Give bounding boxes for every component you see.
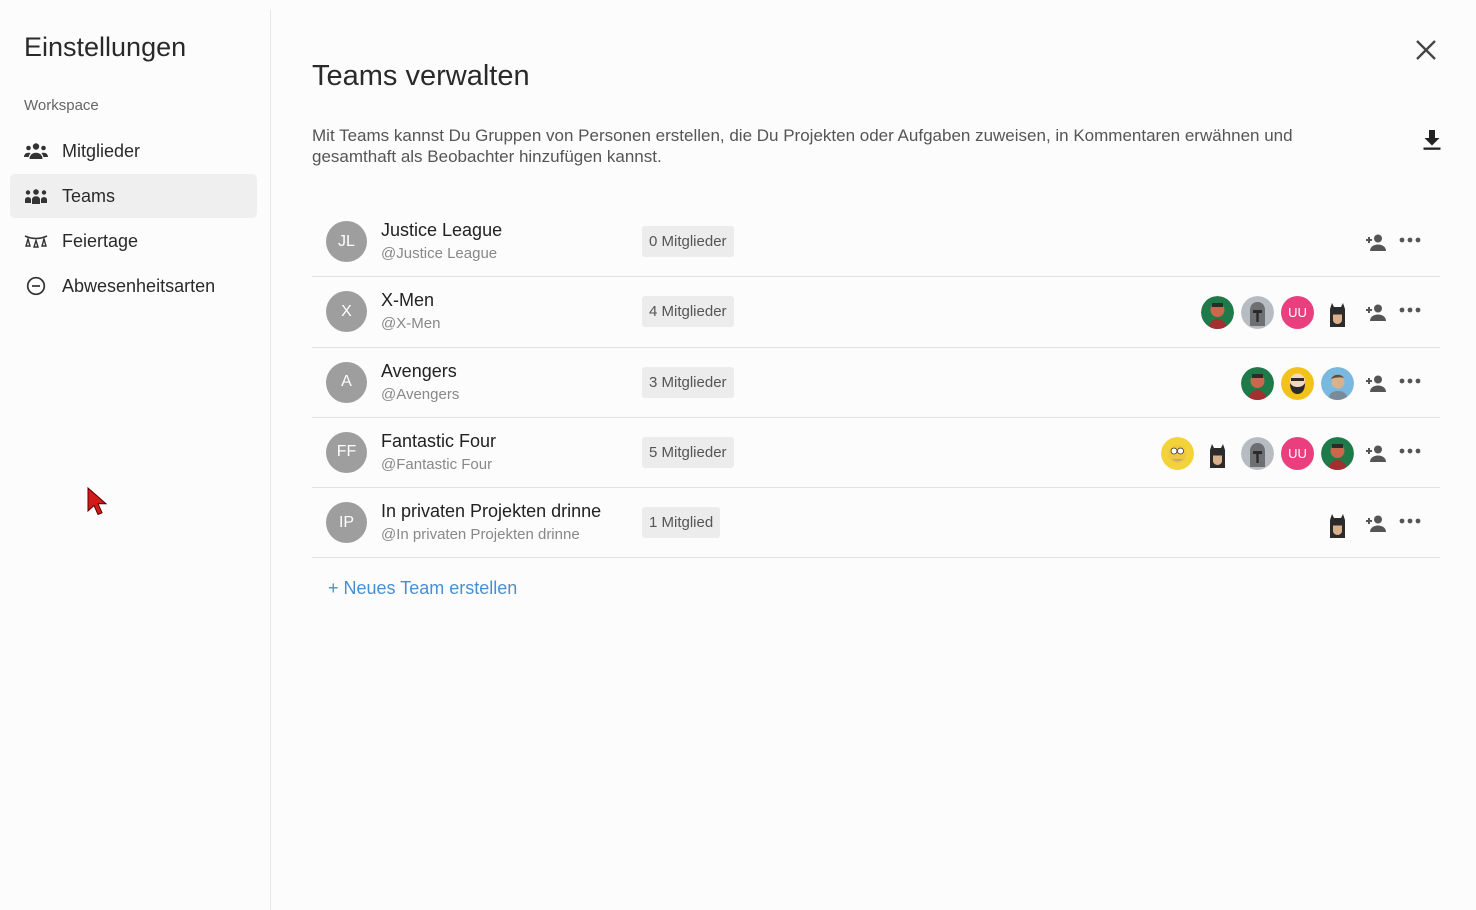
team-name: Avengers <box>381 360 457 381</box>
team-handle: @Justice League <box>381 245 498 262</box>
sidebar-item-teams[interactable]: Teams <box>10 174 257 218</box>
team-name: Fantastic Four <box>381 430 497 451</box>
sidebar-title: Einstellungen <box>24 32 187 62</box>
table-row[interactable]: A Avengers @Avengers 3 Mitglieder <box>312 348 1440 418</box>
more-options-icon[interactable] <box>1398 512 1422 534</box>
team-handle: @X-Men <box>381 315 441 333</box>
user-avatar-uu[interactable]: UU <box>1281 296 1314 330</box>
settings-sidebar: Einstellungen Workspace Mitglieder Teams… <box>0 10 271 910</box>
team-handle: @Avengers <box>381 385 460 403</box>
sidebar-nav: Mitglieder Teams Feiertage Abwesenheitsa… <box>10 129 257 309</box>
table-row[interactable]: JL Justice League @Justice League 0 Mitg… <box>312 207 1440 278</box>
member-count-badge: 4 Mitglieder <box>642 296 734 328</box>
team-avatar: A <box>326 361 367 403</box>
more-options-icon[interactable] <box>1398 442 1422 464</box>
team-name: In privaten Projekten drinne <box>381 501 602 522</box>
sidebar-section-label: Workspace <box>24 97 99 114</box>
team-name: X-Men <box>381 290 435 311</box>
table-row[interactable]: X X-Men @X-Men 4 Mitglieder UU <box>312 277 1440 348</box>
blue-avatar[interactable] <box>1321 366 1354 400</box>
team-handle: @Fantastic Four <box>381 455 493 473</box>
new-team-button[interactable]: + Neues Team erstellen <box>328 578 517 599</box>
sidebar-item-abwesenheitsarten[interactable]: Abwesenheitsarten <box>10 264 257 308</box>
team-avatar: X <box>326 291 367 333</box>
add-member-icon[interactable] <box>1362 512 1388 534</box>
member-avatars <box>1321 507 1354 541</box>
green-avatar[interactable] <box>1201 296 1234 330</box>
member-count-badge: 3 Mitglieder <box>642 366 734 398</box>
green-avatar[interactable] <box>1241 366 1274 400</box>
team-name: Justice League <box>381 220 503 240</box>
sidebar-item-feiertage[interactable]: Feiertage <box>10 219 257 263</box>
download-icon[interactable] <box>1420 128 1444 152</box>
teams-icon <box>23 186 49 206</box>
add-member-icon[interactable] <box>1362 301 1388 323</box>
sidebar-item-label: Abwesenheitsarten <box>62 275 216 296</box>
more-options-icon[interactable] <box>1398 231 1422 253</box>
add-member-icon[interactable] <box>1362 231 1388 253</box>
team-avatar: JL <box>326 221 367 262</box>
team-handle: @In privaten Projekten drinne <box>381 526 580 544</box>
member-count-badge: 0 Mitglieder <box>642 226 734 257</box>
knight-avatar[interactable] <box>1241 296 1274 330</box>
team-list: JL Justice League @Justice League 0 Mitg… <box>312 207 1440 559</box>
team-avatar: IP <box>326 502 367 544</box>
batman-avatar[interactable] <box>1321 507 1354 541</box>
close-icon[interactable] <box>1412 36 1440 64</box>
table-row[interactable]: IP In privaten Projekten drinne @In priv… <box>312 488 1440 559</box>
more-options-icon[interactable] <box>1398 301 1422 323</box>
member-avatars: UU <box>1201 296 1354 330</box>
bearded-avatar[interactable] <box>1281 366 1314 400</box>
user-avatar-uu[interactable]: UU <box>1281 436 1314 470</box>
sidebar-item-label: Mitglieder <box>62 140 141 161</box>
member-count-badge: 5 Mitglieder <box>642 436 734 468</box>
sidebar-item-label: Feiertage <box>62 230 139 251</box>
sidebar-item-mitglieder[interactable]: Mitglieder <box>10 129 257 173</box>
more-options-icon[interactable] <box>1398 372 1422 394</box>
green-avatar[interactable] <box>1321 436 1354 470</box>
batman-avatar[interactable] <box>1321 296 1354 330</box>
batman-avatar[interactable] <box>1201 436 1234 470</box>
people-icon <box>23 141 49 161</box>
add-member-icon[interactable] <box>1362 372 1388 394</box>
page-description: Mit Teams kannst Du Gruppen von Personen… <box>312 126 1293 166</box>
homer-avatar[interactable] <box>1161 436 1194 470</box>
member-avatars <box>1241 366 1354 400</box>
table-row[interactable]: FF Fantastic Four @Fantastic Four 5 Mitg… <box>312 418 1440 489</box>
minus-circle-icon <box>23 276 49 296</box>
knight-avatar[interactable] <box>1241 436 1274 470</box>
mouse-cursor-icon <box>86 486 110 518</box>
holiday-garland-icon <box>23 231 49 251</box>
member-avatars: UU <box>1161 436 1354 470</box>
page-title: Teams verwalten <box>312 60 530 92</box>
member-count-badge: 1 Mitglied <box>642 507 721 539</box>
sidebar-item-label: Teams <box>62 185 116 206</box>
team-avatar: FF <box>326 431 367 473</box>
add-member-icon[interactable] <box>1362 442 1388 464</box>
